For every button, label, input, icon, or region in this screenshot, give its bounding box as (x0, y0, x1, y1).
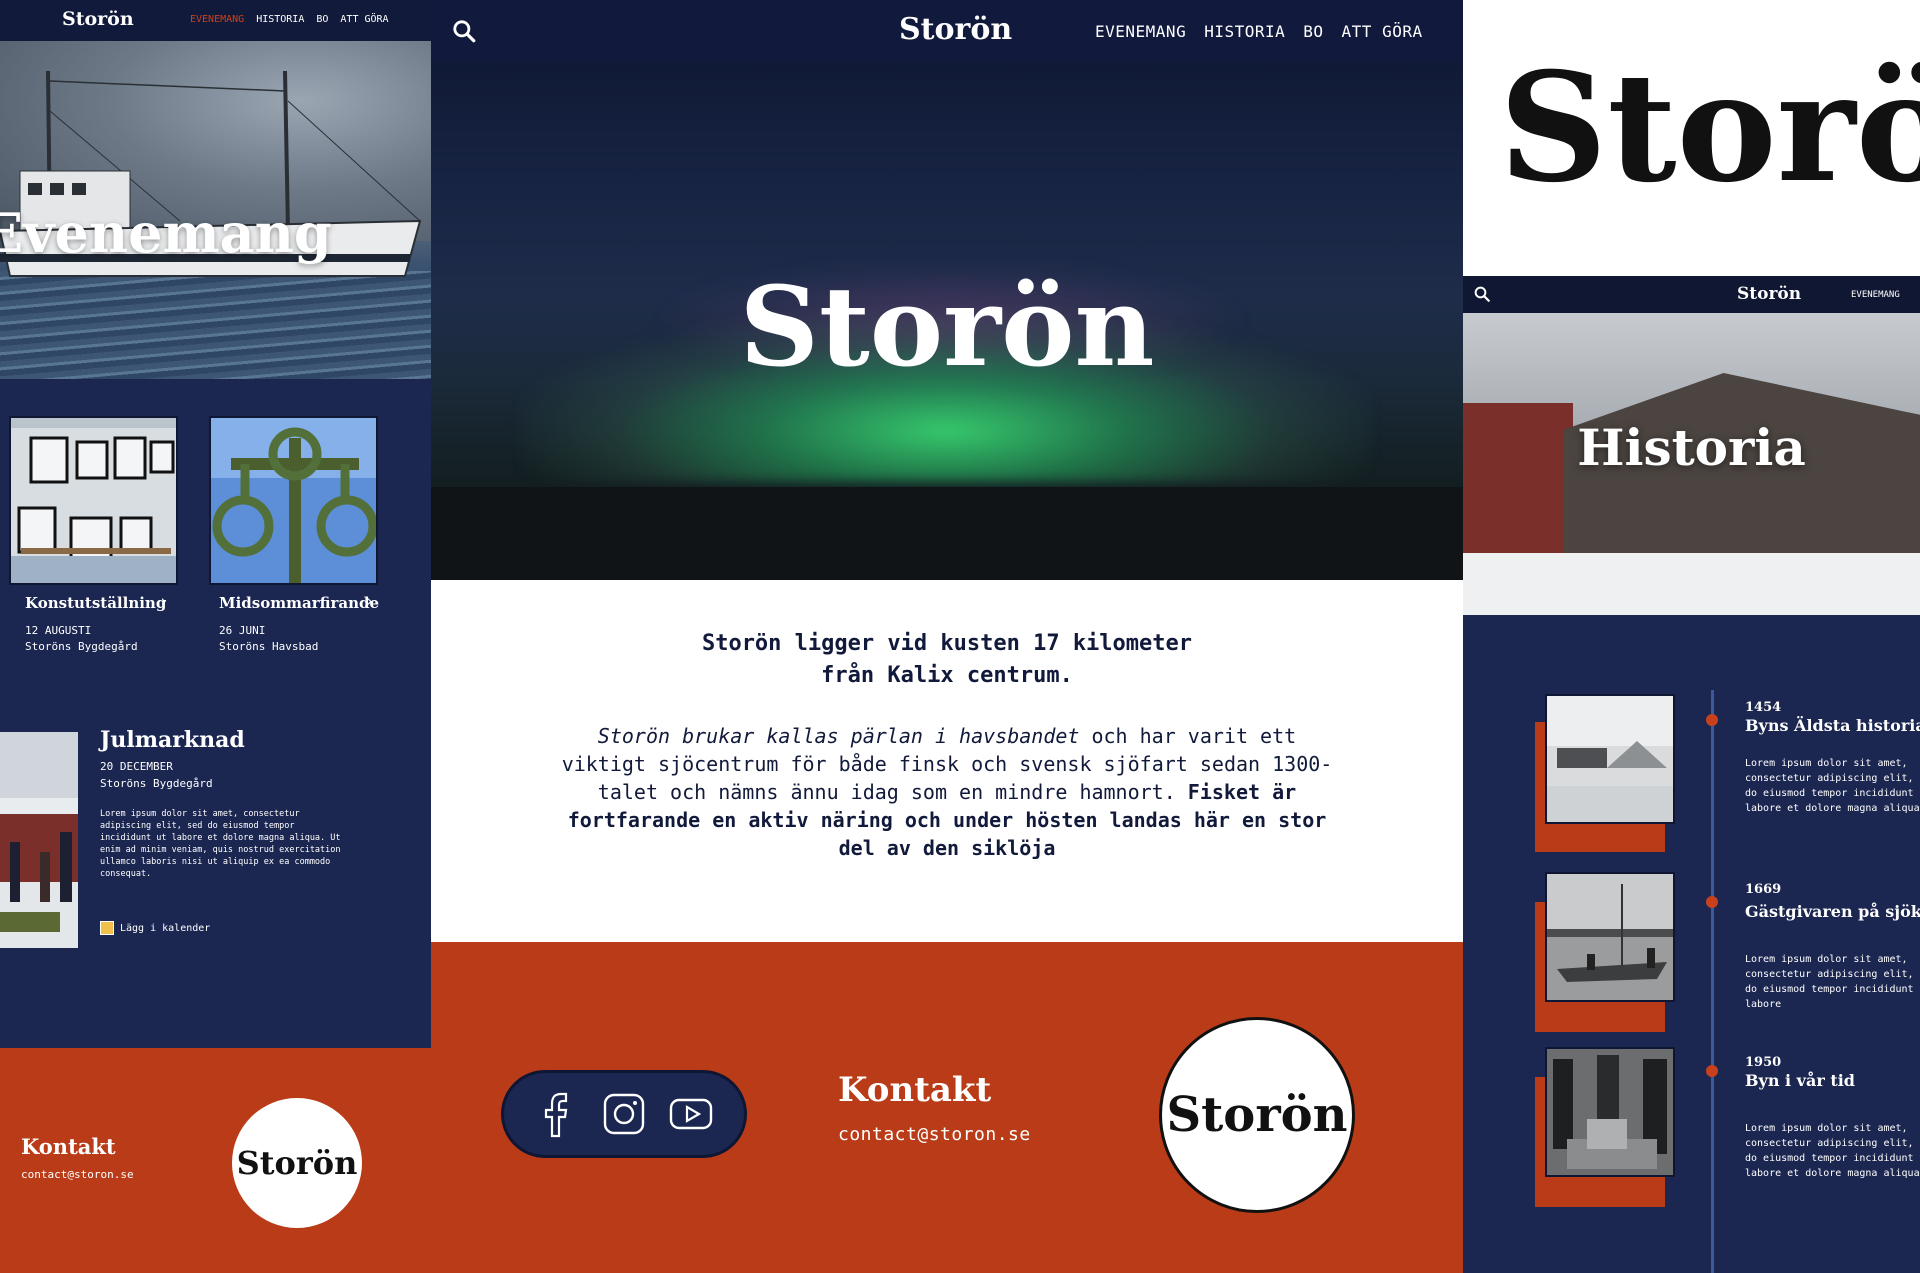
nav-link-bo[interactable]: BO (316, 14, 328, 25)
event-card-date: 12 AUGUSTI (25, 624, 92, 637)
event-card[interactable]: Midsommarfirande › 26 JUNI Storöns Havsb… (209, 416, 384, 656)
contact-email-link[interactable]: contact@storon.se (21, 1168, 134, 1181)
top-nav: Storön EVENEMANG HISTORIA BO ATT GÖRA (0, 0, 431, 41)
nav-link-historia[interactable]: HISTORIA (1204, 22, 1285, 41)
nav-link-evenemang[interactable]: EVENEMANG (190, 14, 244, 25)
event-card-image (9, 416, 178, 585)
youtube-icon[interactable] (667, 1088, 715, 1140)
intro-section: Storön ligger vid kusten 17 kilometer fr… (431, 580, 1463, 942)
timeline-year: 1454 (1745, 700, 1782, 715)
event-card-date: 26 JUNI (219, 624, 266, 637)
top-nav: Storön EVENEMANG HISTORIA BO ATT GÖRA (431, 0, 1463, 62)
chevron-right-icon[interactable]: › (365, 592, 374, 610)
featured-event-place: Storöns Bygdegård (100, 777, 213, 790)
timeline-item: 1669 Gästgivaren på sjökrogen Lorem ipsu… (1463, 870, 1920, 1032)
contact-email-link[interactable]: contact@storon.se (838, 1124, 1031, 1145)
footer-logo: Storön (232, 1098, 362, 1228)
event-card-title[interactable]: Midsommarfirande (219, 594, 379, 612)
hero-brand-logo: Storön (739, 262, 1155, 391)
intro-paragraph: Storön brukar kallas pärlan i havsbandet… (551, 722, 1343, 862)
timeline-dot (1706, 714, 1718, 726)
nav-link-att-gora[interactable]: ATT GÖRA (1342, 22, 1423, 41)
footer: Kontakt contact@storon.se Storön (0, 1048, 431, 1273)
footer: Kontakt contact@storon.se Storön (431, 942, 1463, 1273)
event-card-image (209, 416, 378, 585)
event-card-place: Storöns Havsbad (219, 640, 319, 653)
intro-paragraph-italic: Storön brukar kallas pärlan i havsbandet (597, 724, 1080, 748)
timeline-text: Lorem ipsum dolor sit amet, consectetur … (1745, 1123, 1920, 1179)
search-icon[interactable] (1473, 285, 1491, 303)
timeline-item: 1454 Byns Äldsta historia Lorem ipsum do… (1463, 690, 1920, 852)
event-card[interactable]: Konstutställning › 12 AUGUSTI Storöns By… (9, 416, 179, 656)
add-to-calendar-button[interactable]: Lägg i kalender (100, 921, 210, 935)
intro-lead: Storön ligger vid kusten 17 kilometer fr… (431, 628, 1463, 692)
nav-link-evenemang[interactable]: EVENEMANG (1851, 290, 1900, 300)
hero-title: Evenemang (0, 201, 332, 265)
home-page-panel: Storön EVENEMANG HISTORIA BO ATT GÖRA St… (431, 0, 1463, 1273)
timeline-title: Gästgivaren på sjökrogen (1745, 902, 1920, 921)
contact-title: Kontakt (21, 1134, 116, 1159)
timeline-photo (1545, 1047, 1675, 1177)
timeline-text: Lorem ipsum dolor sit amet, consectetur … (1745, 758, 1920, 814)
featured-event-description: Lorem ipsum dolor sit amet, consectetur … (100, 809, 341, 879)
brand-logo[interactable]: Storön (62, 8, 134, 30)
timeline-text: Lorem ipsum dolor sit amet, consectetur … (1745, 954, 1920, 1010)
home-hero-image: Storön (431, 62, 1463, 580)
nav-links: EVENEMANG HISTORIA BO ATT GÖRA (190, 14, 389, 25)
nav-link-bo[interactable]: BO (1303, 22, 1323, 41)
chevron-right-icon[interactable]: › (159, 592, 168, 610)
brand-logo[interactable]: Storön (1737, 284, 1801, 304)
timeline-photo (1545, 694, 1675, 824)
timeline-title: Byn i vår tid (1745, 1071, 1855, 1090)
nav-links: EVENEMANG HISTORIA BO ATT GÖRA (1095, 22, 1423, 41)
featured-event-date: 20 DECEMBER (100, 760, 173, 773)
top-nav: Storön EVENEMANG (1463, 276, 1920, 313)
events-page-panel: Storön EVENEMANG HISTORIA BO ATT GÖRA Ev… (0, 0, 431, 1273)
featured-event-title: Julmarknad (100, 727, 245, 753)
contact-title: Kontakt (838, 1070, 992, 1110)
history-page-panel: Storön Storön EVENEMANG Historia 1454 By… (1463, 0, 1920, 1273)
nav-link-historia[interactable]: HISTORIA (256, 14, 304, 25)
nav-link-evenemang[interactable]: EVENEMANG (1095, 22, 1186, 41)
timeline-photo (1545, 872, 1675, 1002)
search-icon[interactable] (451, 18, 477, 44)
history-hero-image: Historia (1463, 313, 1920, 615)
social-links (501, 1070, 747, 1158)
events-hero-image: Evenemang (0, 41, 431, 379)
featured-event-image (0, 732, 78, 948)
calendar-checkbox-icon[interactable] (100, 921, 114, 935)
timeline-dot (1706, 1065, 1718, 1077)
timeline-year: 1950 (1745, 1055, 1782, 1070)
hero-title: Historia (1577, 418, 1806, 477)
hero-snow (1463, 553, 1920, 615)
brand-wordmark-large: Storön (1499, 40, 1920, 216)
hero-horizon (431, 487, 1463, 580)
nav-link-att-gora[interactable]: ATT GÖRA (340, 14, 388, 25)
facebook-icon[interactable] (533, 1088, 581, 1140)
footer-logo: Storön (1159, 1017, 1355, 1213)
add-to-calendar-label[interactable]: Lägg i kalender (120, 923, 210, 934)
event-card-title[interactable]: Konstutställning (25, 594, 166, 612)
brand-logo-showcase: Storön (1463, 0, 1920, 276)
intro-lead-line-1: Storön ligger vid kusten 17 kilometer (701, 631, 1193, 656)
timeline-title: Byns Äldsta historia (1745, 716, 1920, 735)
timeline-year: 1669 (1745, 882, 1782, 897)
brand-logo[interactable]: Storön (899, 12, 1012, 47)
intro-lead-line-2: från Kalix centrum. (821, 663, 1073, 688)
instagram-icon[interactable] (600, 1088, 648, 1140)
timeline-item: 1950 Byn i vår tid Lorem ipsum dolor sit… (1463, 1045, 1920, 1215)
timeline-dot (1706, 896, 1718, 908)
event-card-place: Storöns Bygdegård (25, 640, 138, 653)
